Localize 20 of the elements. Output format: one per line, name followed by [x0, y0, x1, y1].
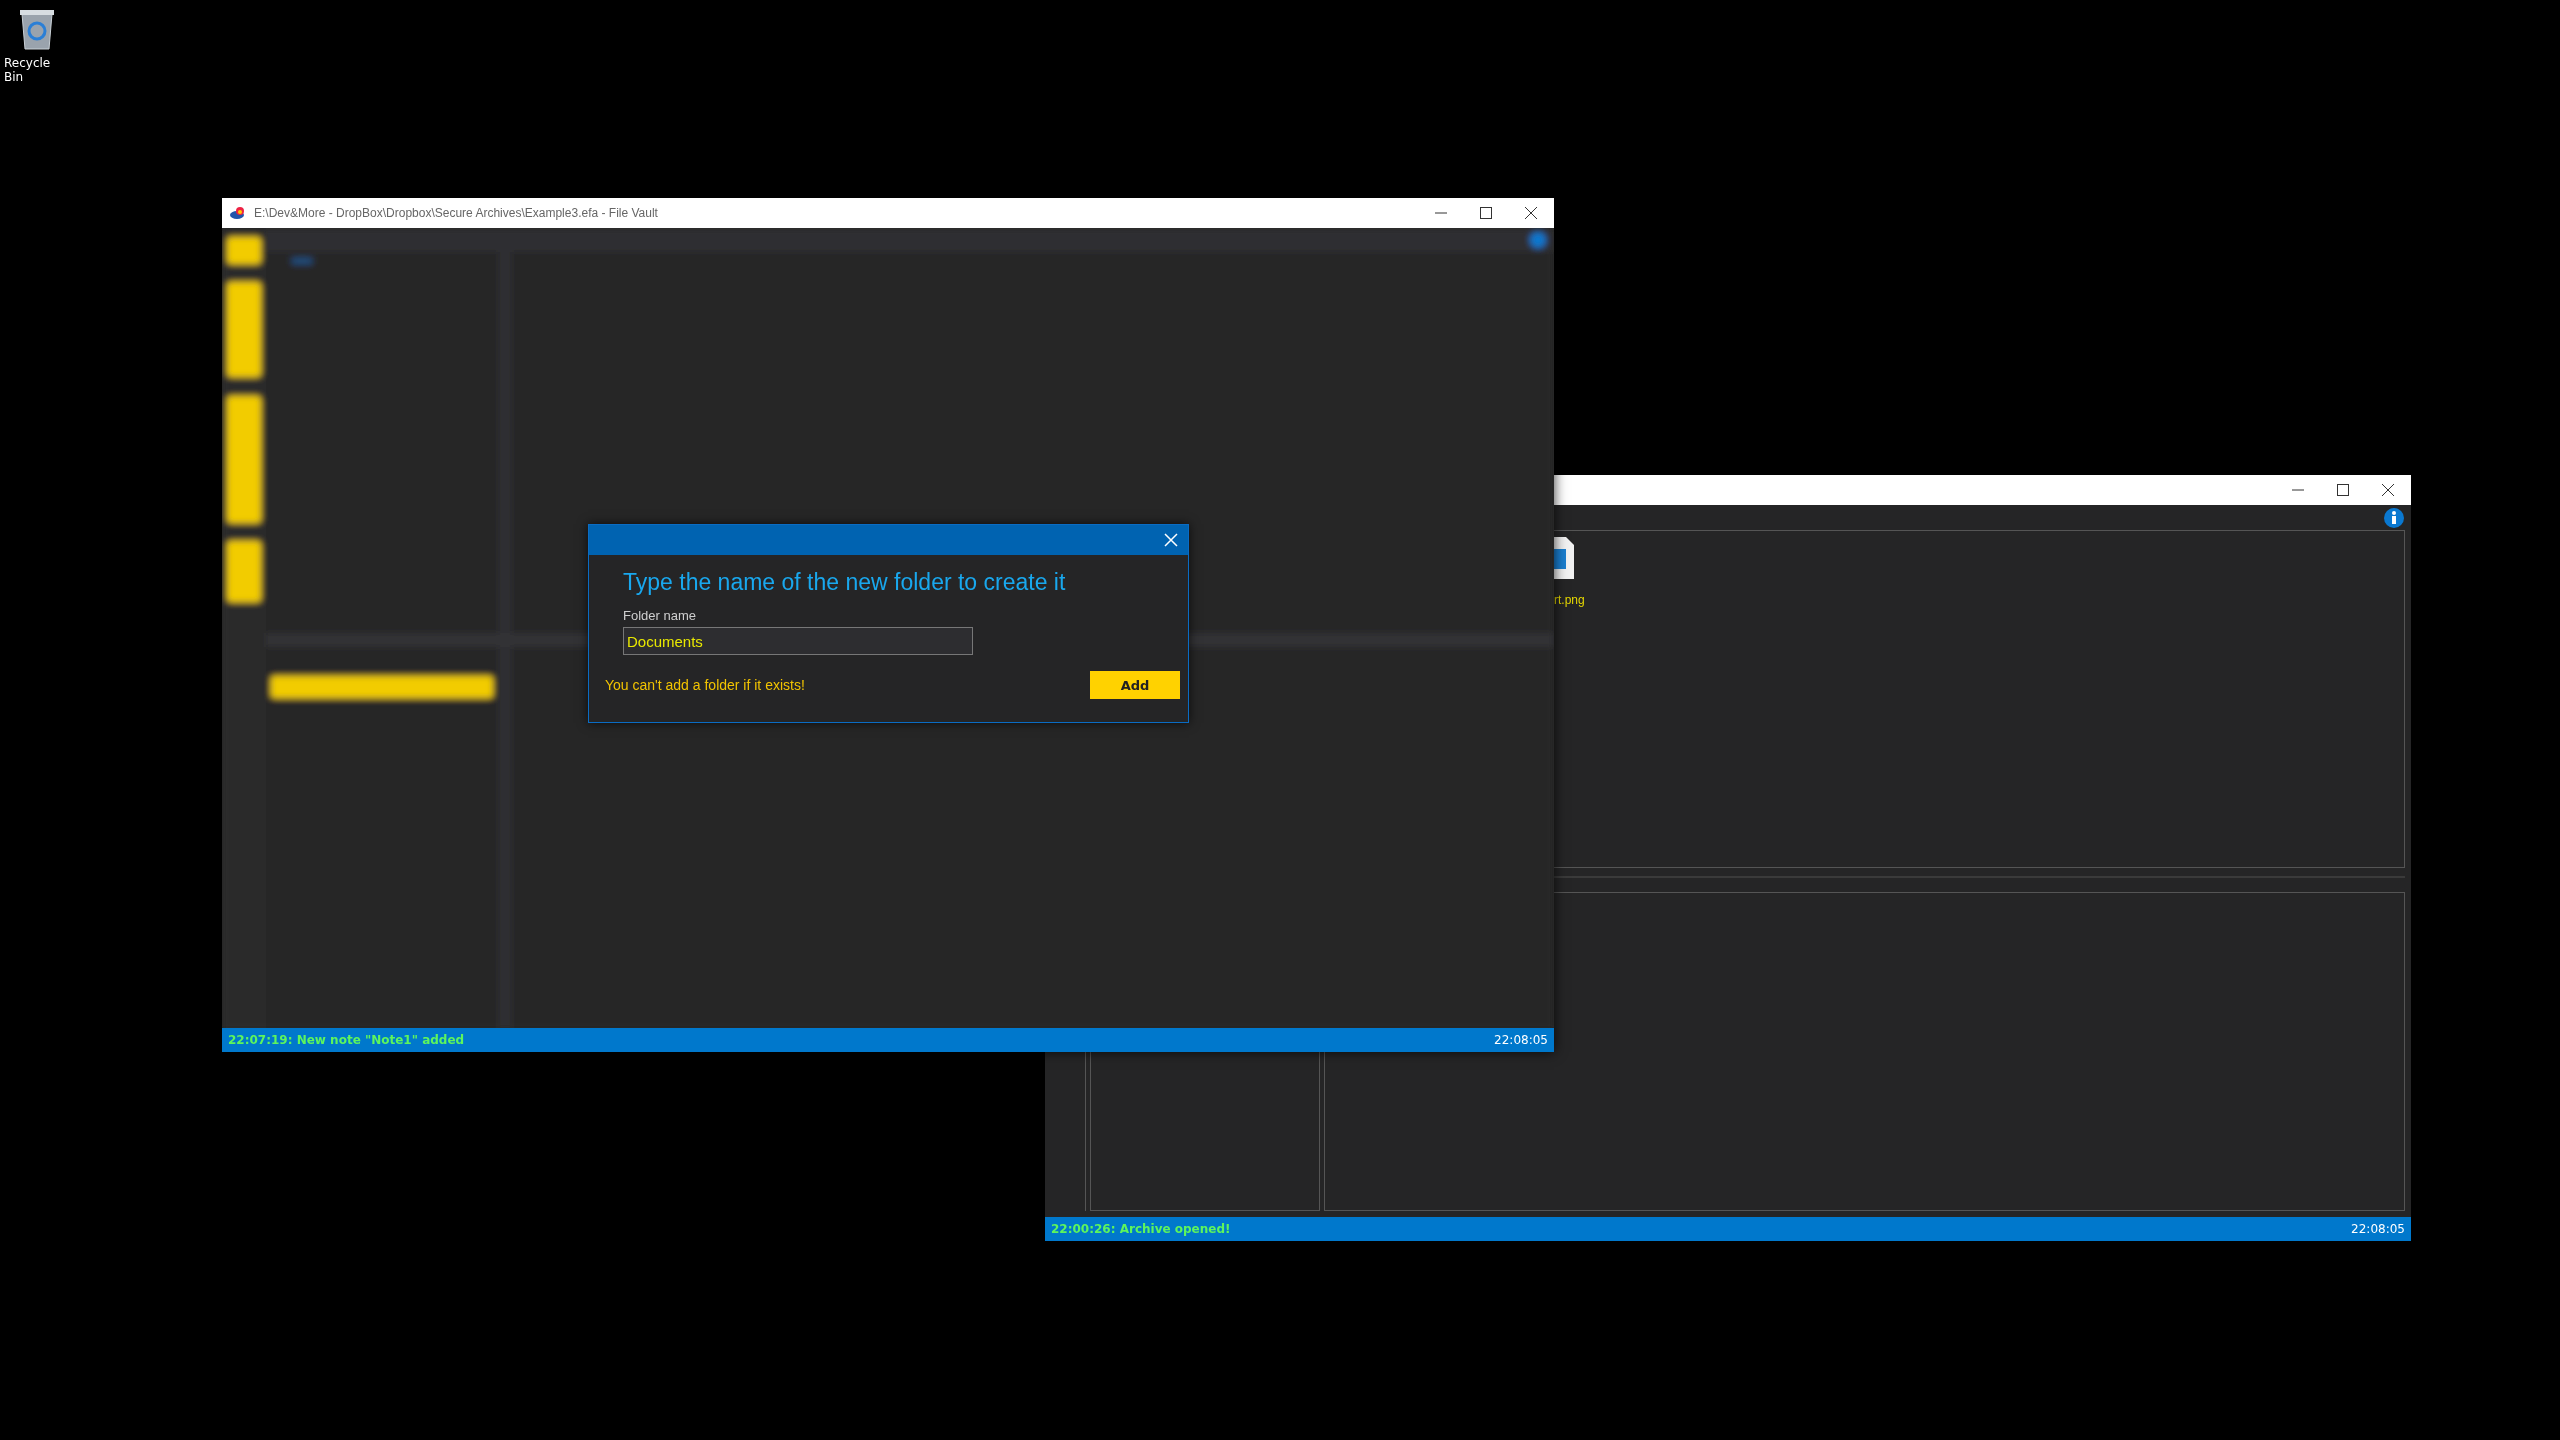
- info-icon[interactable]: [2383, 506, 2405, 529]
- recycle-bin-icon[interactable]: [18, 8, 56, 50]
- status-message: 22:07:19: New note "Note1" added: [228, 1033, 465, 1047]
- maximize-icon[interactable]: [1479, 206, 1493, 220]
- error-message: You can't add a folder if it exists!: [605, 677, 805, 693]
- app-cloud-icon: [230, 206, 246, 220]
- window-title: E:\Dev&More - DropBox\Dropbox\Secure Archives\Example3.efa - File Vault: [254, 206, 658, 220]
- maximize-icon[interactable]: [2336, 483, 2350, 497]
- field-label: Folder name: [623, 608, 697, 623]
- status-message: 22:00:26: Archive opened!: [1051, 1222, 1231, 1236]
- folder-name-field[interactable]: Documents: [623, 627, 973, 655]
- status-time: 22:08:05: [1494, 1033, 1548, 1047]
- close-icon[interactable]: [1524, 206, 1538, 220]
- close-icon[interactable]: [2381, 483, 2395, 497]
- status-time: 22:08:05: [2351, 1222, 2405, 1236]
- desktop-icon-label[interactable]: Recycle Bin: [4, 56, 70, 84]
- image-file-icon[interactable]: [1554, 537, 1574, 579]
- dialog-heading: Type the name of the new folder to create it: [623, 569, 1067, 596]
- add-button[interactable]: Add: [1090, 671, 1180, 699]
- file-name[interactable]: rt.png: [1554, 593, 1585, 607]
